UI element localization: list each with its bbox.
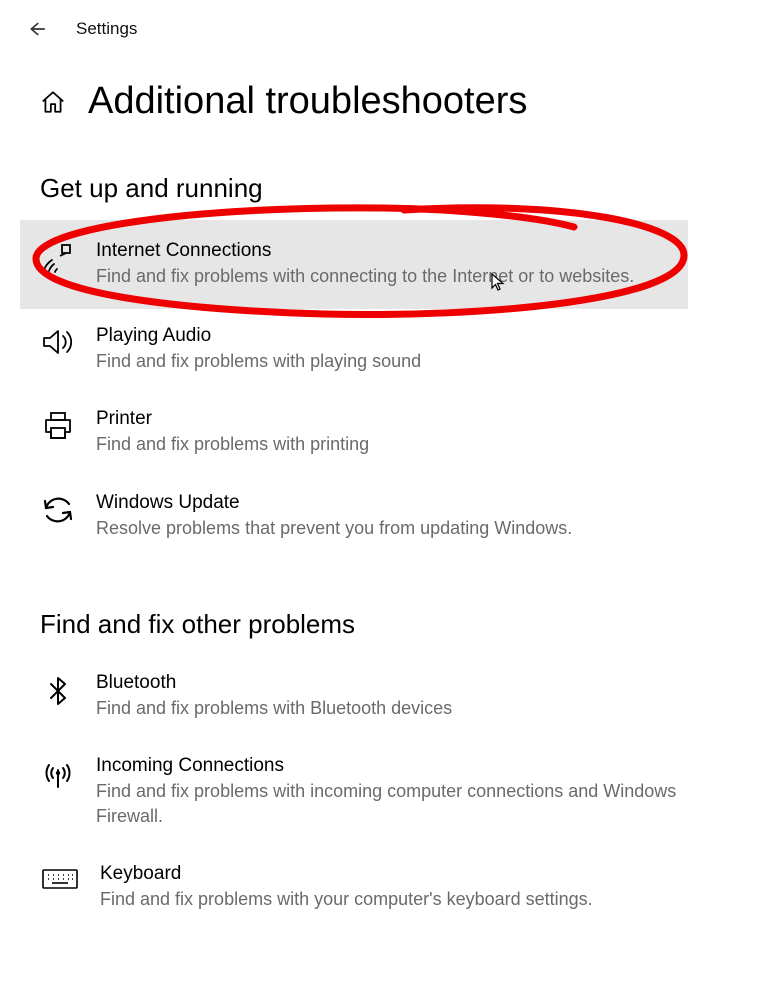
- header-bar: Settings: [0, 0, 768, 50]
- internet-icon: [40, 242, 76, 274]
- ts-item-description: Resolve problems that prevent you from u…: [96, 516, 728, 541]
- ts-item-title: Windows Update: [96, 492, 728, 514]
- ts-item-description: Find and fix problems with connecting to…: [96, 264, 668, 289]
- ts-item-title: Keyboard: [100, 863, 728, 885]
- troubleshooter-list: Internet Connections Find and fix proble…: [0, 220, 768, 559]
- ts-item-title: Incoming Connections: [96, 755, 728, 777]
- ts-item-printer[interactable]: Printer Find and fix problems with print…: [0, 392, 768, 475]
- update-icon: [40, 494, 76, 526]
- ts-item-bluetooth[interactable]: Bluetooth Find and fix problems with Blu…: [0, 656, 768, 739]
- bluetooth-icon: [40, 674, 76, 708]
- ts-item-description: Find and fix problems with playing sound: [96, 349, 728, 374]
- ts-item-description: Find and fix problems with Bluetooth dev…: [96, 696, 728, 721]
- home-button[interactable]: [40, 89, 66, 115]
- audio-icon: [40, 327, 76, 357]
- ts-item-title: Bluetooth: [96, 672, 728, 694]
- ts-item-internet-connections[interactable]: Internet Connections Find and fix proble…: [20, 220, 688, 309]
- title-row: Additional troubleshooters: [0, 50, 768, 123]
- ts-item-description: Find and fix problems with your computer…: [100, 887, 728, 912]
- section-heading: Find and fix other problems: [0, 559, 768, 656]
- ts-item-playing-audio[interactable]: Playing Audio Find and fix problems with…: [0, 309, 768, 392]
- troubleshooter-list: Bluetooth Find and fix problems with Blu…: [0, 656, 768, 931]
- printer-icon: [40, 410, 76, 442]
- ts-item-description: Find and fix problems with incoming comp…: [96, 779, 728, 829]
- ts-item-incoming-connections[interactable]: Incoming Connections Find and fix proble…: [0, 739, 768, 847]
- page-title: Additional troubleshooters: [88, 80, 527, 123]
- ts-item-keyboard[interactable]: Keyboard Find and fix problems with your…: [0, 847, 768, 930]
- app-name-label: Settings: [76, 19, 137, 39]
- ts-item-description: Find and fix problems with printing: [96, 432, 728, 457]
- ts-item-title: Internet Connections: [96, 240, 668, 262]
- ts-item-title: Playing Audio: [96, 325, 728, 347]
- incoming-connections-icon: [40, 757, 76, 789]
- keyboard-icon: [40, 865, 80, 893]
- section-heading: Get up and running: [0, 123, 768, 220]
- back-button[interactable]: [24, 18, 46, 40]
- ts-item-title: Printer: [96, 408, 728, 430]
- ts-item-windows-update[interactable]: Windows Update Resolve problems that pre…: [0, 476, 768, 559]
